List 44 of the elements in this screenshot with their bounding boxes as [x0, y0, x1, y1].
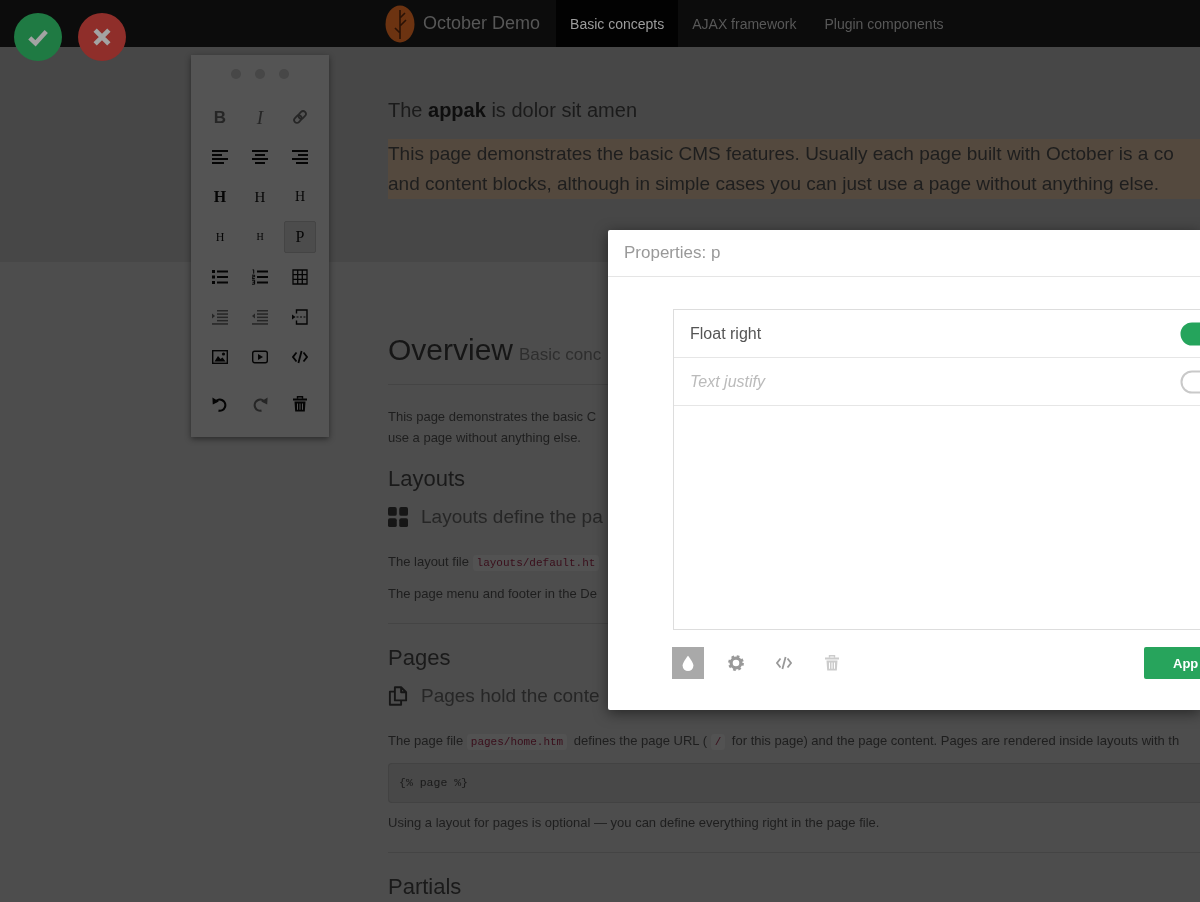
- inline-code: pages/home.htm: [466, 734, 568, 750]
- outdent-icon: [252, 309, 268, 325]
- trash-icon: [292, 396, 308, 412]
- image-icon: [212, 349, 228, 365]
- nav-tab[interactable]: Plugin components: [810, 0, 958, 47]
- four-squares-icon: [388, 507, 408, 527]
- heading-button[interactable]: H: [244, 221, 276, 253]
- heading-button[interactable]: H: [284, 181, 316, 213]
- settings-icon: [728, 655, 744, 671]
- copy-pages-icon: [388, 686, 408, 706]
- video-icon: [252, 349, 268, 365]
- bullet-list-icon: [212, 269, 228, 285]
- brand-name[interactable]: October Demo: [423, 13, 541, 34]
- heading-button[interactable]: H: [244, 181, 276, 213]
- heading-button[interactable]: H: [204, 181, 236, 213]
- heading-button[interactable]: H: [204, 221, 236, 253]
- insert-divider-icon: [292, 309, 308, 325]
- close-icon: [91, 26, 113, 48]
- link-icon: [292, 109, 308, 125]
- toggle-switch[interactable]: [1180, 321, 1200, 346]
- page-title: Overview: [388, 332, 514, 368]
- trash-icon: [824, 655, 840, 671]
- drop-icon: [680, 655, 696, 671]
- nav-tab[interactable]: Basic concepts: [556, 0, 679, 47]
- align-left-icon: [212, 149, 228, 165]
- apply-button[interactable]: App: [1144, 647, 1200, 679]
- leaf-logo-icon: [385, 4, 415, 43]
- style-button[interactable]: [672, 647, 704, 679]
- code-icon: [292, 349, 308, 365]
- property-label: Float right: [690, 324, 762, 343]
- align-right-icon: [292, 149, 308, 165]
- code-icon: [776, 655, 792, 671]
- property-label: Text justify: [690, 372, 765, 391]
- paragraph-button[interactable]: P: [284, 221, 316, 253]
- dialog-title: Properties: p: [624, 243, 721, 263]
- undo-icon: [212, 396, 228, 412]
- inline-code: layouts/default.ht: [472, 555, 600, 571]
- redo-icon: [252, 396, 268, 412]
- table-icon: [292, 269, 308, 285]
- nav-tab[interactable]: AJAX framework: [678, 0, 811, 47]
- numbered-list-icon: [252, 269, 268, 285]
- align-center-icon: [252, 149, 268, 165]
- indent-icon: [212, 309, 228, 325]
- inline-code: /: [710, 734, 726, 750]
